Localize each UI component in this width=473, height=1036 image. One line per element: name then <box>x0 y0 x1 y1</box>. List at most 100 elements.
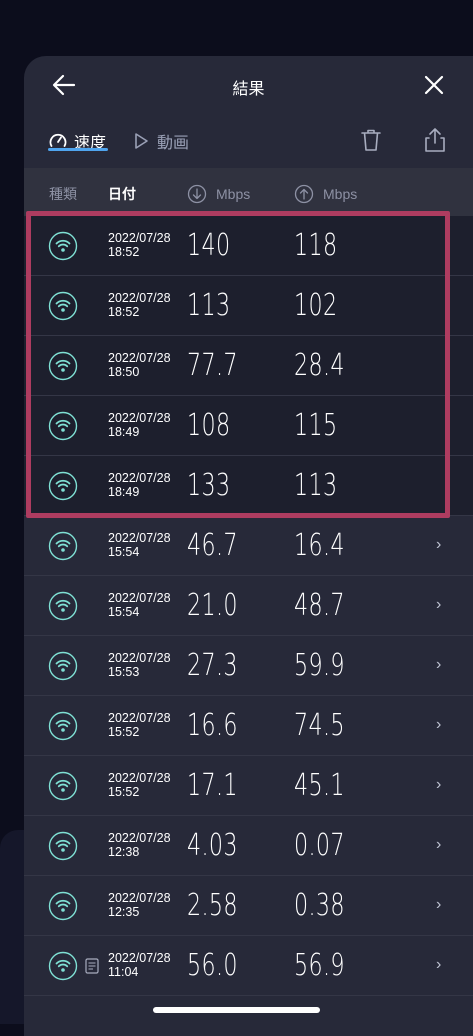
download-speed: 77.7 <box>187 348 238 383</box>
list-item[interactable]: 2022/07/28 18:50 77.7 28.4 <box>24 336 473 396</box>
result-datetime: 2022/07/28 11:04 <box>108 951 171 979</box>
result-time: 18:52 <box>108 305 140 319</box>
upload-speed: 115 <box>294 408 338 443</box>
result-datetime: 2022/07/28 12:35 <box>108 891 171 919</box>
wifi-icon <box>48 411 78 441</box>
results-panel: 結果 速度 動画 種類 日付 Mbps Mbps 2022/07/28 18:5… <box>24 56 473 1036</box>
result-time: 12:35 <box>108 905 140 919</box>
wifi-icon <box>48 231 78 261</box>
upload-speed: 113 <box>294 468 338 503</box>
wifi-icon <box>48 291 78 321</box>
upload-speed: 0.38 <box>294 888 345 923</box>
result-date: 2022/07/28 <box>108 651 171 665</box>
download-arrow-icon <box>187 184 207 204</box>
list-item[interactable]: 2022/07/28 18:49 133 113 <box>24 456 473 516</box>
download-speed: 113 <box>187 288 231 323</box>
download-speed: 133 <box>187 468 231 503</box>
chevron-right-icon[interactable]: › <box>436 896 441 914</box>
tab-bar: 速度 動画 <box>24 118 473 166</box>
upload-speed: 118 <box>294 228 338 263</box>
list-item[interactable]: 2022/07/28 18:52 140 118 <box>24 216 473 276</box>
result-datetime: 2022/07/28 12:38 <box>108 831 171 859</box>
column-header: 種類 日付 Mbps Mbps <box>24 168 473 216</box>
result-time: 18:52 <box>108 245 140 259</box>
result-datetime: 2022/07/28 18:52 <box>108 231 171 259</box>
upload-speed: 102 <box>294 288 338 323</box>
chevron-right-icon[interactable]: › <box>436 716 441 734</box>
list-item[interactable]: 2022/07/28 15:53 27.3 59.9 › <box>24 636 473 696</box>
wifi-icon <box>48 651 78 681</box>
wifi-icon <box>48 591 78 621</box>
column-download-label: Mbps <box>216 186 251 202</box>
column-download: Mbps <box>187 184 250 204</box>
result-datetime: 2022/07/28 18:52 <box>108 291 171 319</box>
upload-speed: 48.7 <box>294 588 345 623</box>
chevron-right-icon[interactable]: › <box>436 656 441 674</box>
wifi-icon <box>48 531 78 561</box>
chevron-right-icon[interactable]: › <box>436 776 441 794</box>
upload-speed: 74.5 <box>294 708 345 743</box>
result-datetime: 2022/07/28 18:50 <box>108 351 171 379</box>
share-icon[interactable] <box>421 126 449 154</box>
result-time: 15:52 <box>108 725 140 739</box>
result-datetime: 2022/07/28 15:53 <box>108 651 171 679</box>
column-date[interactable]: 日付 <box>108 184 136 204</box>
result-date: 2022/07/28 <box>108 831 171 845</box>
list-item[interactable]: 2022/07/28 11:04 56.0 56.9 › <box>24 936 473 996</box>
result-time: 11:04 <box>108 965 139 979</box>
list-item[interactable]: 2022/07/28 18:52 113 102 <box>24 276 473 336</box>
result-datetime: 2022/07/28 15:54 <box>108 531 171 559</box>
list-item[interactable]: 2022/07/28 15:52 17.1 45.1 › <box>24 756 473 816</box>
result-time: 18:49 <box>108 425 140 439</box>
result-time: 15:53 <box>108 665 140 679</box>
result-time: 18:49 <box>108 485 140 499</box>
result-time: 12:38 <box>108 845 140 859</box>
upload-speed: 45.1 <box>294 768 345 803</box>
result-date: 2022/07/28 <box>108 231 171 245</box>
result-date: 2022/07/28 <box>108 591 171 605</box>
column-type: 種類 <box>49 186 77 202</box>
home-indicator[interactable] <box>153 1007 320 1013</box>
list-item[interactable]: 2022/07/28 15:54 46.7 16.4 › <box>24 516 473 576</box>
trash-icon[interactable] <box>357 126 385 154</box>
download-speed: 27.3 <box>187 648 238 683</box>
tab-video[interactable]: 動画 <box>131 128 189 154</box>
list-item[interactable]: 2022/07/28 12:35 2.58 0.38 › <box>24 876 473 936</box>
result-datetime: 2022/07/28 15:54 <box>108 591 171 619</box>
result-date: 2022/07/28 <box>108 771 171 785</box>
result-date: 2022/07/28 <box>108 951 171 965</box>
note-icon <box>85 958 99 974</box>
list-item[interactable]: 2022/07/28 15:54 21.0 48.7 › <box>24 576 473 636</box>
page-title: 結果 <box>232 81 265 98</box>
result-time: 15:54 <box>108 605 140 619</box>
wifi-icon <box>48 471 78 501</box>
wifi-icon <box>48 351 78 381</box>
wifi-icon <box>48 711 78 741</box>
chevron-right-icon[interactable]: › <box>436 836 441 854</box>
chevron-right-icon[interactable]: › <box>436 596 441 614</box>
upload-speed: 59.9 <box>294 648 345 683</box>
chevron-right-icon[interactable]: › <box>436 536 441 554</box>
result-datetime: 2022/07/28 18:49 <box>108 471 171 499</box>
upload-speed: 28.4 <box>294 348 345 383</box>
column-upload-label: Mbps <box>323 186 358 202</box>
close-icon[interactable] <box>418 69 450 101</box>
list-item[interactable]: 2022/07/28 12:38 4.03 0.07 › <box>24 816 473 876</box>
list-item[interactable]: 2022/07/28 18:49 108 115 <box>24 396 473 456</box>
wifi-icon <box>48 831 78 861</box>
column-upload: Mbps <box>294 184 357 204</box>
download-speed: 46.7 <box>187 528 238 563</box>
chevron-right-icon[interactable]: › <box>436 956 441 974</box>
wifi-icon <box>48 951 78 981</box>
result-date: 2022/07/28 <box>108 411 171 425</box>
result-datetime: 2022/07/28 18:49 <box>108 411 171 439</box>
result-datetime: 2022/07/28 15:52 <box>108 771 171 799</box>
list-item[interactable]: 2022/07/28 15:52 16.6 74.5 › <box>24 696 473 756</box>
download-speed: 17.1 <box>187 768 238 803</box>
result-time: 18:50 <box>108 365 140 379</box>
upload-speed: 16.4 <box>294 528 345 563</box>
result-time: 15:54 <box>108 545 140 559</box>
wifi-icon <box>48 891 78 921</box>
download-speed: 16.6 <box>187 708 238 743</box>
wifi-icon <box>48 771 78 801</box>
